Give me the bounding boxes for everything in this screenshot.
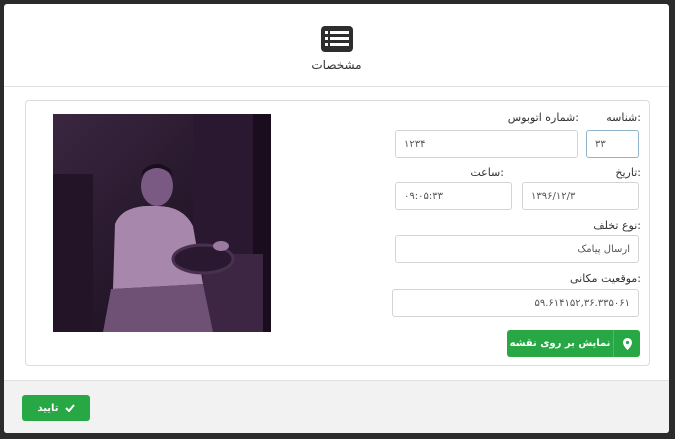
map-marker-icon [613,330,640,357]
date-label: تاریخ: [615,166,641,179]
time-label: ساعت: [470,166,504,179]
show-on-map-label: نمایش بر روی نقشه [509,338,611,349]
dialog-header: مشخصات [4,4,669,87]
list-card-icon [321,26,353,52]
id-field[interactable]: ۳۳ [586,130,639,158]
dialog-footer: تایید [4,380,669,433]
time-field[interactable]: ۰۹:۰۵:۳۳ [395,182,512,210]
show-on-map-button[interactable]: نمایش بر روی نقشه [507,330,640,357]
location-label: موقعیت مکانی: [569,272,641,285]
photo-image [53,114,271,332]
check-icon [64,404,75,412]
violation-type-field[interactable]: ارسال پیامک [395,235,639,263]
confirm-button[interactable]: تایید [22,395,90,421]
driver-photo [53,114,271,332]
bus-number-field[interactable]: ۱۲۳۴ [395,130,578,158]
dialog-title: مشخصات [311,58,362,72]
bus-number-label: شماره اتوبوس: [507,111,579,124]
violation-type-label: نوع تخلف: [593,219,641,232]
confirm-label: تایید [37,402,59,414]
id-label: شناسه: [606,111,641,124]
location-field[interactable]: ۵۹.۶۱۴۱۵۲,۳۶.۳۳۵۰۶۱ [392,289,639,317]
details-dialog: مشخصات شناسه: شماره اتوبوس: ۳۳ ۱۲۳۴ تاری… [4,4,669,433]
date-field[interactable]: ۱۳۹۶/۱۲/۳ [522,182,639,210]
